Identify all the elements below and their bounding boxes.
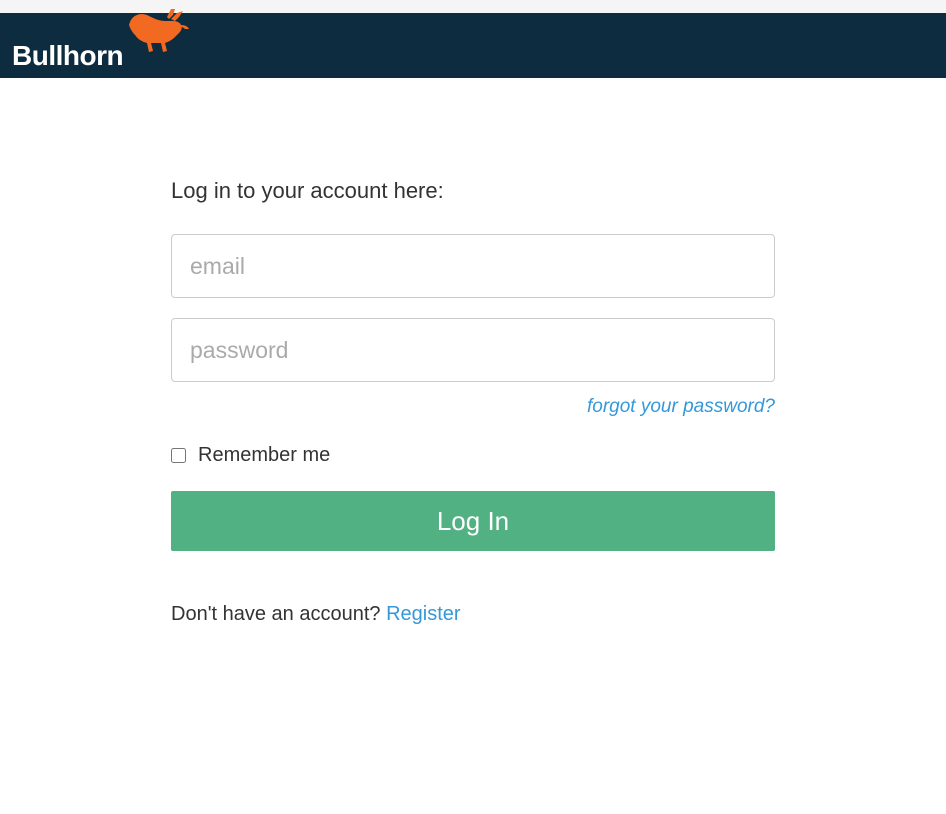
brand-logo: Bullhorn [12,19,191,72]
brand-name: Bullhorn [12,40,123,72]
register-prompt-row: Don't have an account? Register [171,603,775,626]
login-button[interactable]: Log In [171,491,775,551]
remember-me-checkbox[interactable] [171,448,186,463]
login-form-container: Log in to your account here: forgot your… [171,78,775,626]
email-input[interactable] [171,234,775,298]
register-link[interactable]: Register [386,603,460,625]
register-prompt-text: Don't have an account? [171,603,386,625]
password-input[interactable] [171,318,775,382]
form-heading: Log in to your account here: [171,178,775,204]
bull-icon [121,7,191,60]
forgot-password-link[interactable]: forgot your password? [587,396,775,417]
app-header: Bullhorn [0,13,946,78]
remember-me-label: Remember me [198,444,330,467]
